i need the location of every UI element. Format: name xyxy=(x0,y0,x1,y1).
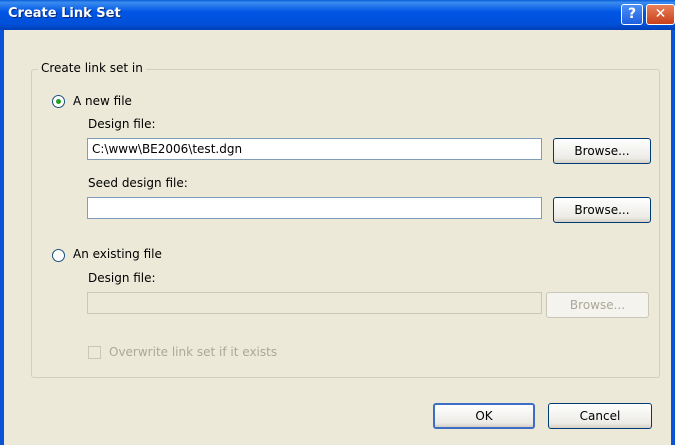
design-file-label: Design file: xyxy=(88,117,156,131)
existing-design-file-input[interactable] xyxy=(87,292,542,314)
create-link-set-groupbox xyxy=(31,69,660,378)
existing-file-radio[interactable] xyxy=(52,249,65,262)
existing-design-file-label: Design file: xyxy=(88,271,156,285)
cancel-button[interactable]: Cancel xyxy=(548,403,652,429)
overwrite-link-set-checkbox[interactable] xyxy=(88,346,101,359)
title-bar[interactable]: Create Link Set ? ✕ xyxy=(0,0,675,30)
radio-selected-dot xyxy=(56,99,61,104)
groupbox-label: Create link set in xyxy=(38,61,146,75)
new-file-radio[interactable] xyxy=(52,95,65,108)
ok-button[interactable]: OK xyxy=(433,403,535,429)
overwrite-link-set-label: Overwrite link set if it exists xyxy=(109,345,278,359)
design-file-browse-button[interactable]: Browse... xyxy=(553,138,651,164)
new-file-radio-label[interactable]: A new file xyxy=(73,94,132,108)
dialog-title: Create Link Set xyxy=(8,6,121,21)
seed-design-file-input[interactable] xyxy=(87,197,542,219)
window-frame-right xyxy=(671,30,675,445)
close-icon[interactable]: ✕ xyxy=(646,4,675,25)
help-icon[interactable]: ? xyxy=(621,4,643,25)
existing-file-radio-label[interactable]: An existing file xyxy=(73,247,162,261)
seed-design-file-label: Seed design file: xyxy=(88,176,188,190)
seed-design-file-browse-button[interactable]: Browse... xyxy=(553,197,651,223)
existing-design-file-browse-button[interactable]: Browse... xyxy=(546,292,649,318)
design-file-input[interactable]: C:\www\BE2006\test.dgn xyxy=(87,138,542,160)
window-frame-left xyxy=(0,30,4,445)
create-link-set-dialog: Create Link Set ? ✕ Create link set in A… xyxy=(0,0,675,445)
